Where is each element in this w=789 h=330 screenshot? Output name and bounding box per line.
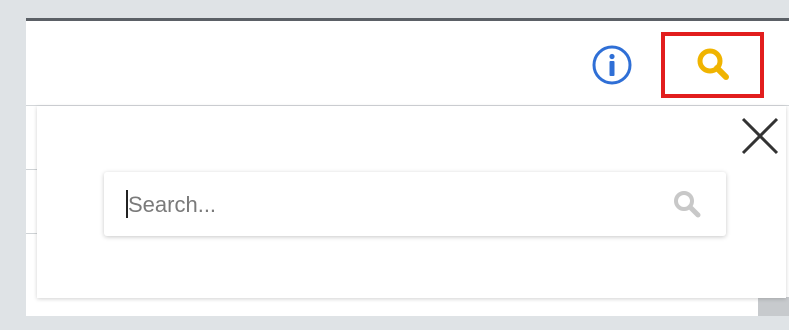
- search-icon: [697, 48, 729, 80]
- search-button[interactable]: [661, 32, 764, 98]
- close-icon: [741, 117, 779, 155]
- row-divider: [26, 233, 37, 234]
- search-icon[interactable]: [672, 189, 702, 219]
- search-popup: [37, 106, 786, 298]
- text-caret: [126, 190, 128, 218]
- row-divider: [26, 169, 37, 170]
- bottom-bar: [26, 316, 789, 330]
- search-box: [104, 172, 726, 236]
- panel-top-border: [26, 18, 789, 21]
- search-input[interactable]: [126, 184, 650, 226]
- info-icon: [592, 45, 632, 85]
- close-button[interactable]: [738, 114, 782, 158]
- scrollbar-thumb[interactable]: [758, 297, 789, 316]
- info-button[interactable]: [591, 44, 633, 86]
